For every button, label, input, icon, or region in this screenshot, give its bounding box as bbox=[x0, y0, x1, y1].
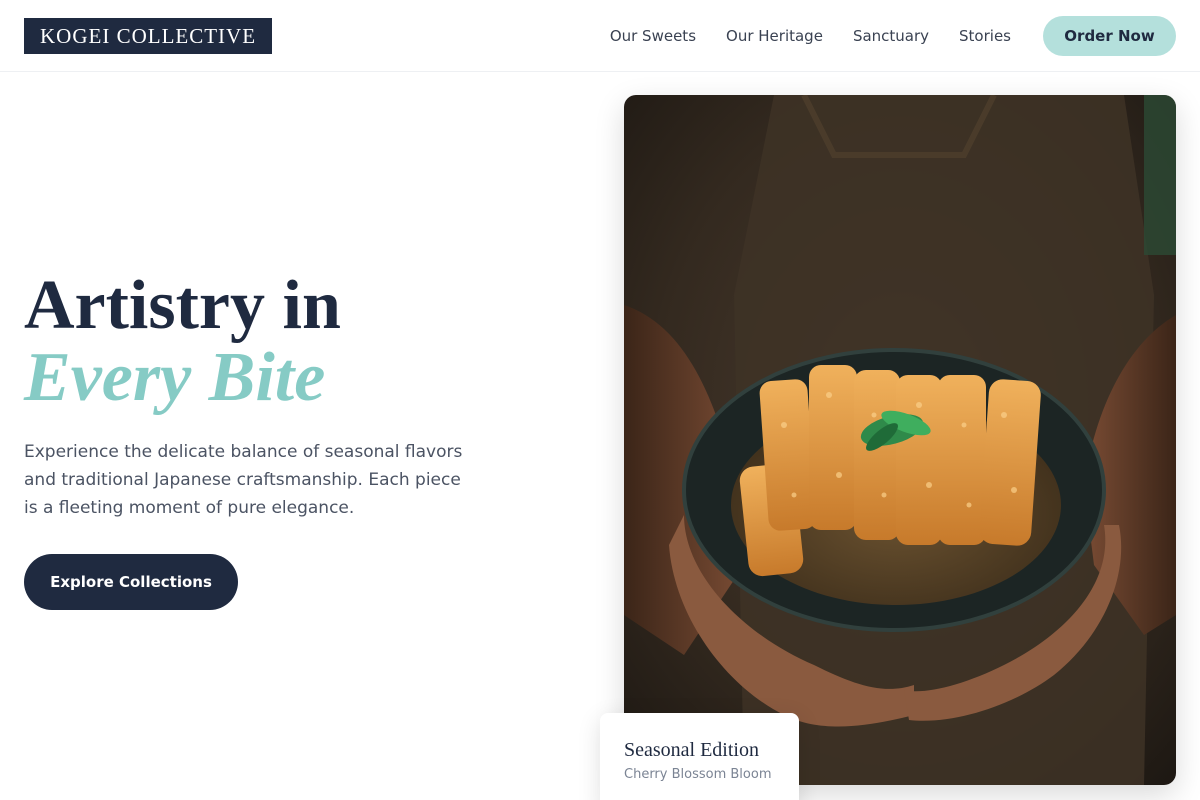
nav-link-our-sweets[interactable]: Our Sweets bbox=[610, 27, 696, 45]
hero-description: Experience the delicate balance of seaso… bbox=[24, 442, 463, 518]
card-subtitle: Cherry Blossom Bloom bbox=[624, 767, 772, 782]
top-navigation: KOGEI COLLECTIVE Our Sweets Our Heritage… bbox=[0, 0, 1200, 72]
nav-links: Our Sweets Our Heritage Sanctuary Storie… bbox=[580, 0, 1011, 72]
hero-title: Artistry in Every Bite bbox=[24, 270, 341, 414]
brand-logo[interactable]: KOGEI COLLECTIVE bbox=[24, 18, 273, 54]
hero-title-line: Artistry in bbox=[24, 267, 341, 344]
nav-link-stories[interactable]: Stories bbox=[959, 27, 1011, 45]
order-now-button[interactable]: Order Now bbox=[1043, 16, 1176, 56]
seasonal-edition-card[interactable]: Seasonal Edition Cherry Blossom Bloom bbox=[600, 713, 799, 800]
explore-collections-button[interactable]: Explore Collections bbox=[24, 554, 238, 610]
hero-food-image bbox=[624, 95, 1176, 785]
card-title: Seasonal Edition bbox=[624, 739, 759, 761]
nav-link-our-heritage[interactable]: Our Heritage bbox=[726, 27, 823, 45]
hero-title-accent: Every Bite bbox=[24, 339, 326, 416]
nav-link-sanctuary[interactable]: Sanctuary bbox=[853, 27, 929, 45]
